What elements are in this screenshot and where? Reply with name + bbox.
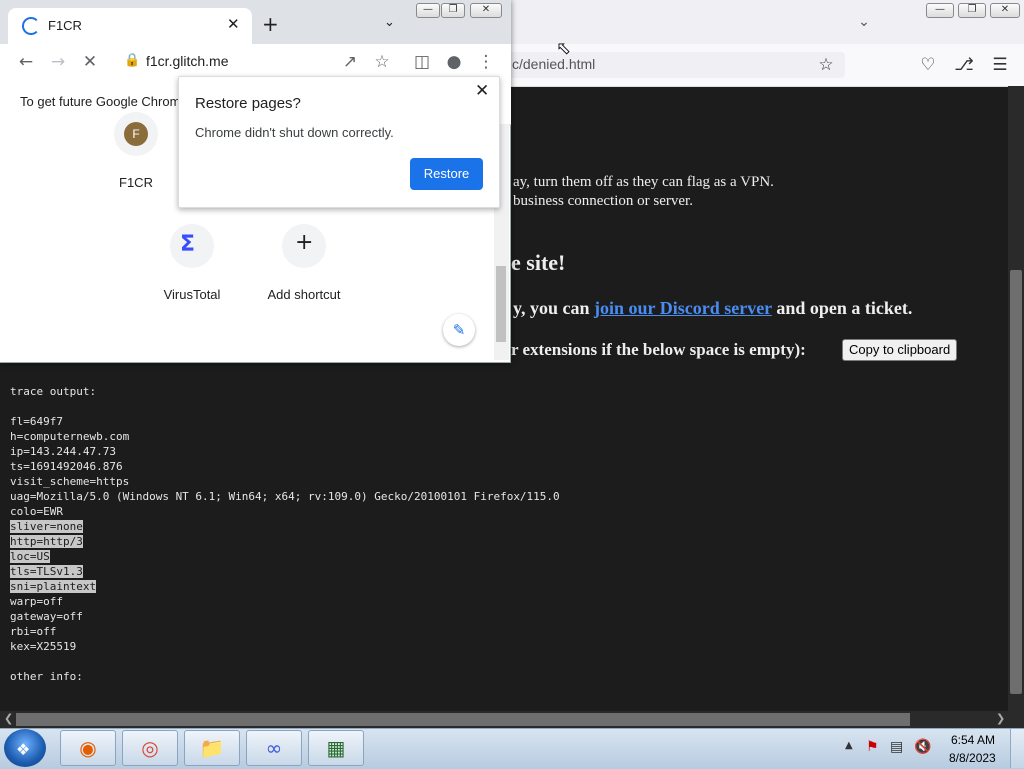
trace-line: warp=off	[10, 595, 63, 608]
extensions-icon[interactable]: ⎇	[952, 53, 976, 77]
shortcut-add-label: Add shortcut	[267, 287, 341, 302]
other-info-header: other info:	[10, 670, 83, 683]
trace-line: http=http/3	[10, 535, 83, 548]
loading-spinner-icon	[22, 17, 40, 35]
taskbar-task-manager-icon[interactable]: ▦	[308, 730, 364, 766]
discord-link[interactable]: join our Discord server	[594, 298, 772, 318]
profile-icon[interactable]: ●	[442, 50, 466, 74]
trace-header: trace output:	[10, 385, 97, 398]
show-desktop-button[interactable]	[1010, 729, 1024, 768]
copy-to-clipboard-button[interactable]: Copy to clipboard	[842, 339, 958, 361]
trace-line: colo=EWR	[10, 505, 63, 518]
chrome-tab[interactable]	[8, 8, 252, 44]
network-icon[interactable]: ▤	[890, 739, 903, 755]
chrome-minimize-button[interactable]: —	[416, 3, 440, 18]
f1cr-avatar-icon: F	[124, 122, 148, 146]
firefox-list-tabs-button[interactable]: ⌄	[852, 12, 876, 32]
taskbar-app-icon[interactable]: ∞	[246, 730, 302, 766]
restore-close-icon[interactable]: ✕	[475, 81, 489, 101]
side-panel-icon[interactable]: ◫	[410, 50, 434, 74]
vpn-warning-text-2: business connection or server.	[513, 193, 693, 209]
trace-line: sliver=none	[10, 520, 83, 533]
firefox-url-text: c/denied.html	[512, 56, 596, 72]
shortcut-f1cr-label: F1CR	[119, 175, 153, 190]
trace-lines: fl=649f7 h=computernewb.com ip=143.244.47.…	[10, 414, 560, 654]
restore-dialog-title: Restore pages?	[195, 95, 301, 112]
trace-line: gateway=off	[10, 610, 83, 623]
chrome-toolbar	[0, 44, 511, 80]
chrome-menu-icon[interactable]: ⋮	[474, 50, 498, 74]
virustotal-icon: Σ	[180, 232, 196, 257]
share-icon[interactable]: ↗	[338, 50, 362, 74]
extensions-text: r extensions if the below space is empty…	[511, 340, 806, 359]
new-tab-icon[interactable]: +	[262, 12, 279, 36]
firefox-maximize-button[interactable]: ❐	[958, 3, 986, 18]
chrome-maximize-button[interactable]: ❐	[441, 3, 465, 18]
trace-line: h=computernewb.com	[10, 430, 130, 443]
bookmark-star-icon[interactable]: ☆	[814, 53, 838, 77]
volume-muted-icon[interactable]: 🔇	[914, 739, 931, 755]
chrome-tab-title: F1CR	[48, 18, 82, 33]
scroll-right-arrow-icon[interactable]: ❯	[996, 712, 1005, 725]
chrome-close-button[interactable]: ✕	[470, 3, 502, 18]
trace-line: sni=plaintext	[10, 580, 97, 593]
trace-line: rbi=off	[10, 625, 57, 638]
restore-dialog-body: Chrome didn't shut down correctly.	[195, 125, 394, 140]
discord-paragraph: y, you can join our Discord server and o…	[513, 298, 912, 319]
page-horizontal-scroll-thumb[interactable]	[16, 713, 910, 726]
discord-prefix: y, you can	[513, 298, 595, 318]
trace-line: kex=X25519	[10, 640, 77, 653]
chrome-url-text[interactable]: f1cr.glitch.me	[146, 53, 228, 69]
windows-logo-icon: ❖	[16, 740, 31, 759]
trace-line: visit_scheme=https	[10, 475, 130, 488]
vpn-warning-text: ay, turn them off as they can flag as a …	[513, 174, 774, 190]
customize-pencil-icon[interactable]: ✎	[443, 314, 475, 346]
taskbar-explorer-icon[interactable]: 📁	[184, 730, 240, 766]
mouse-cursor-icon: ⬁	[556, 38, 572, 59]
clock-time[interactable]: 6:54 AM	[951, 733, 995, 747]
show-hidden-icons-icon[interactable]: ▲	[845, 740, 853, 751]
firefox-minimize-button[interactable]: —	[926, 3, 954, 18]
firefox-close-button[interactable]: ✕	[990, 3, 1020, 18]
trace-line: tls=TLSv1.3	[10, 565, 83, 578]
pocket-icon[interactable]: ♡	[916, 53, 940, 77]
scroll-left-arrow-icon[interactable]: ❮	[4, 712, 13, 725]
stop-loading-icon[interactable]: ✕	[78, 50, 102, 74]
infobar-text: To get future Google Chrom	[20, 94, 181, 109]
taskbar-chrome-icon[interactable]: ◎	[122, 730, 178, 766]
action-center-flag-icon[interactable]: ⚑	[866, 739, 879, 755]
restore-button[interactable]: Restore	[410, 158, 483, 190]
trace-line: fl=649f7	[10, 415, 63, 428]
trace-output: trace output:​fl=649f7h=computernewb.com…	[10, 384, 560, 684]
shortcut-virustotal-label: VirusTotal	[163, 287, 221, 302]
trace-line: ts=1691492046.876	[10, 460, 123, 473]
page-heading: e site!	[511, 250, 566, 275]
back-arrow-icon[interactable]: ←	[14, 50, 38, 74]
add-shortcut-plus-icon: +	[295, 230, 314, 255]
menu-hamburger-icon[interactable]: ☰	[988, 53, 1012, 77]
trace-line: ip=143.244.47.73	[10, 445, 116, 458]
forward-arrow-icon[interactable]: →	[46, 50, 70, 74]
lock-icon[interactable]: 🔒	[124, 53, 140, 68]
trace-line: loc=US	[10, 550, 50, 563]
page-vertical-scroll-thumb[interactable]	[1010, 270, 1022, 694]
trace-line: uag=Mozilla/5.0 (Windows NT 6.1; Win64; …	[10, 490, 560, 503]
bookmark-star-icon[interactable]: ☆	[370, 50, 394, 74]
tab-close-icon[interactable]: ✕	[227, 15, 240, 33]
tab-search-chevron-icon[interactable]: ⌄	[384, 15, 395, 30]
discord-suffix: and open a ticket.	[771, 298, 913, 318]
taskbar-firefox-icon[interactable]: ◉	[60, 730, 116, 766]
chrome-scroll-thumb[interactable]	[496, 266, 506, 342]
clock-date[interactable]: 8/8/2023	[949, 751, 996, 765]
